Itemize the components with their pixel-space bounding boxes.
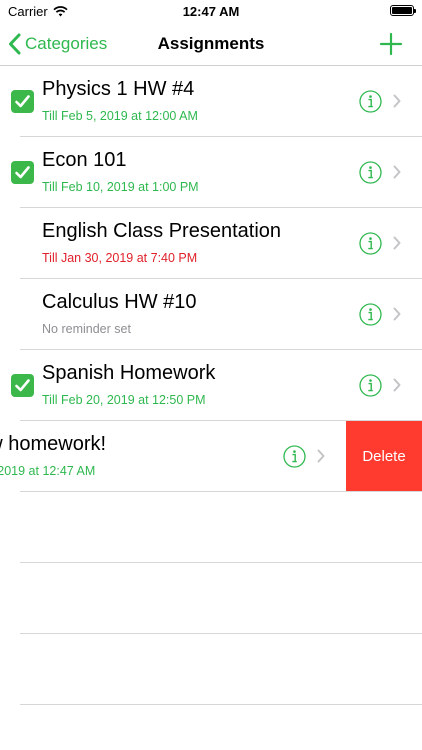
empty-row xyxy=(0,563,422,634)
row-subtitle: Till Feb 5, 2019 at 12:00 AM xyxy=(42,109,198,123)
assignment-row[interactable]: Calculus HW #10 No reminder set xyxy=(0,279,422,350)
row-title: Spanish Homework xyxy=(42,362,216,384)
plus-icon[interactable] xyxy=(378,31,404,57)
row-title: new homework! xyxy=(0,433,107,455)
page-title: Assignments xyxy=(157,34,265,53)
swiped-row-content[interactable]: new homework! b 10, 2019 at 12:47 AM xyxy=(0,421,346,492)
info-icon[interactable] xyxy=(359,161,382,184)
info-icon[interactable] xyxy=(359,232,382,255)
row-content[interactable]: Econ 101 Till Feb 10, 2019 at 1:00 PM xyxy=(0,137,422,208)
assignment-row[interactable]: Spanish Homework Till Feb 20, 2019 at 12… xyxy=(0,350,422,421)
info-icon[interactable] xyxy=(359,90,382,113)
navigation-bar: Categories Assignments xyxy=(0,22,422,66)
row-title: Physics 1 HW #4 xyxy=(42,78,195,100)
status-bar: Carrier 12:47 AM xyxy=(0,0,422,22)
info-icon[interactable] xyxy=(283,445,306,468)
chevron-right-icon xyxy=(317,449,325,463)
chevron-right-icon xyxy=(393,307,401,321)
chevron-right-icon xyxy=(393,378,401,392)
chevron-right-icon xyxy=(393,236,401,250)
info-icon[interactable] xyxy=(359,374,382,397)
assignment-row[interactable]: Physics 1 HW #4 Till Feb 5, 2019 at 12:0… xyxy=(0,66,422,137)
row-title: English Class Presentation xyxy=(42,220,282,242)
row-subtitle: No reminder set xyxy=(42,322,131,336)
row-subtitle: Till Feb 20, 2019 at 12:50 PM xyxy=(42,393,206,407)
status-time: 12:47 AM xyxy=(182,4,240,19)
row-content[interactable]: Calculus HW #10 No reminder set xyxy=(0,279,422,350)
row-subtitle: Till Jan 30, 2019 at 7:40 PM xyxy=(42,251,198,265)
checkmark-icon[interactable] xyxy=(11,161,34,184)
row-separator xyxy=(20,704,422,705)
assignment-row[interactable]: Econ 101 Till Feb 10, 2019 at 1:00 PM xyxy=(0,137,422,208)
row-content[interactable]: Physics 1 HW #4 Till Feb 5, 2019 at 12:0… xyxy=(0,66,422,137)
battery-icon xyxy=(390,5,416,16)
checkmark-icon[interactable] xyxy=(11,90,34,113)
assignment-list: Physics 1 HW #4 Till Feb 5, 2019 at 12:0… xyxy=(0,66,422,705)
row-content[interactable]: English Class Presentation Till Jan 30, … xyxy=(0,208,422,279)
row-title: Calculus HW #10 xyxy=(42,291,197,313)
chevron-right-icon xyxy=(393,165,401,179)
empty-row xyxy=(0,492,422,563)
swiped-row[interactable]: new homework! b 10, 2019 at 12:47 AM Del… xyxy=(0,421,422,492)
row-title: Econ 101 xyxy=(42,149,127,171)
empty-row xyxy=(0,634,422,705)
row-content[interactable]: Spanish Homework Till Feb 20, 2019 at 12… xyxy=(0,350,422,421)
delete-button[interactable]: Delete xyxy=(346,421,422,492)
checkmark-icon[interactable] xyxy=(11,374,34,397)
row-subtitle: b 10, 2019 at 12:47 AM xyxy=(0,464,96,478)
assignment-row[interactable]: English Class Presentation Till Jan 30, … xyxy=(0,208,422,279)
info-icon[interactable] xyxy=(359,303,382,326)
row-subtitle: Till Feb 10, 2019 at 1:00 PM xyxy=(42,180,199,194)
chevron-right-icon xyxy=(393,94,401,108)
